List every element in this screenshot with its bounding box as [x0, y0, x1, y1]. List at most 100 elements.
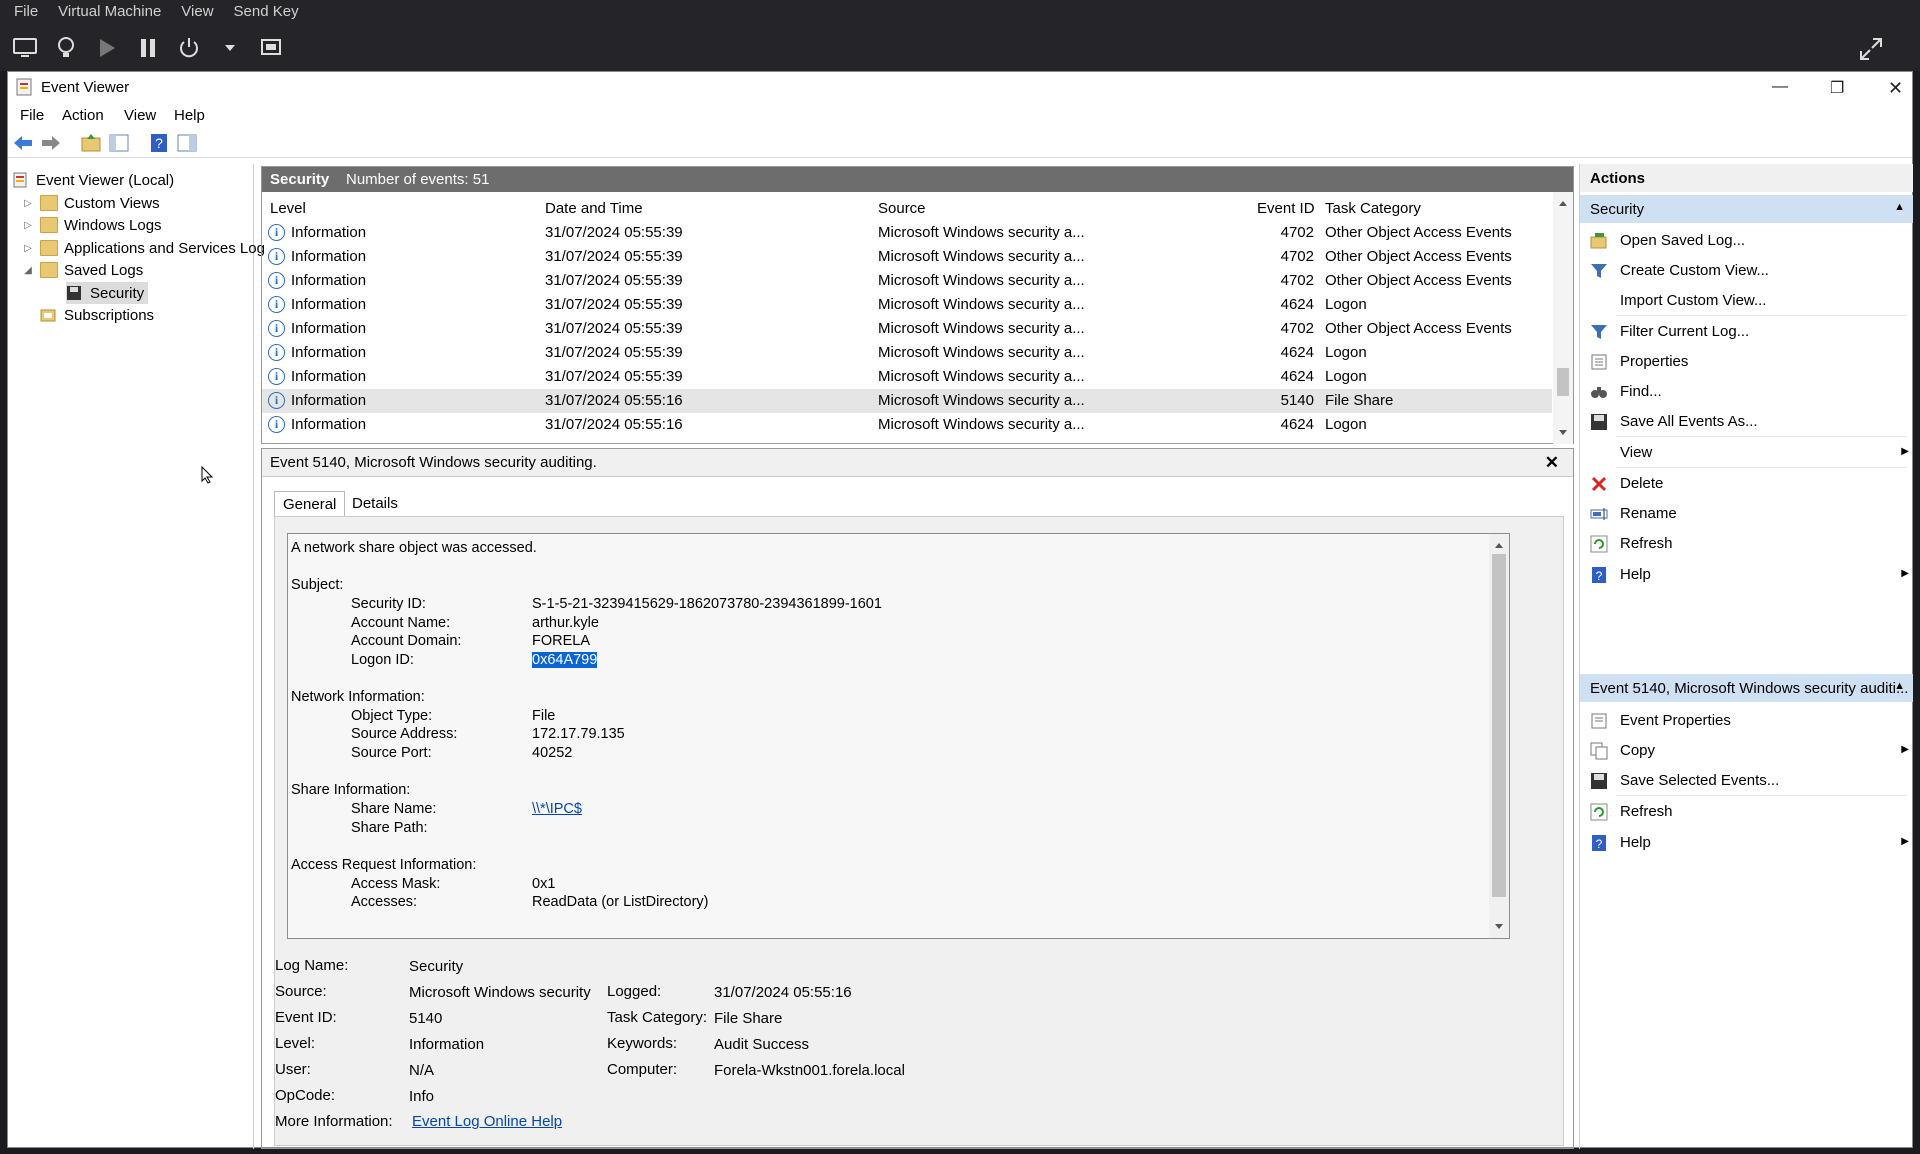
event-action-copy[interactable]: Copy ▶ — [1580, 736, 1913, 766]
access-mask-label: Access Mask: — [351, 876, 441, 892]
screens-icon[interactable] — [258, 35, 284, 61]
table-row[interactable]: i Information 31/07/2024 05:55:16 Microsoft… — [262, 389, 1552, 413]
logged-value: 31/07/2024 05:55:16 — [714, 984, 852, 1001]
tab-general[interactable]: General — [274, 491, 346, 517]
tree-node-app-services[interactable]: ▷ Applications and Services Log — [22, 237, 265, 259]
action-import-custom-view[interactable]: Import Custom View... — [1580, 286, 1913, 316]
vm-menu-view[interactable]: View — [181, 3, 213, 23]
share-name-link[interactable]: \\*\IPC$ — [532, 801, 582, 817]
tree-node-root[interactable]: Event Viewer (Local) — [12, 169, 174, 191]
action-view[interactable]: View ▶ — [1580, 438, 1913, 468]
keywords-value: Audit Success — [714, 1036, 810, 1053]
action-create-custom-view[interactable]: Create Custom View... — [1580, 256, 1913, 286]
menu-action[interactable]: Action — [62, 107, 104, 124]
action-refresh[interactable]: Refresh — [1580, 529, 1913, 559]
cell-level: Information — [291, 368, 367, 385]
column-source[interactable]: Source — [878, 200, 926, 217]
close-button[interactable]: ✕ — [1888, 78, 1903, 99]
event-action-refresh[interactable]: Refresh — [1580, 797, 1913, 827]
play-icon[interactable] — [94, 35, 120, 61]
event-action-save-selected-events[interactable]: Save Selected Events... — [1580, 766, 1913, 796]
menu-help[interactable]: Help — [174, 107, 205, 124]
tree-label: Applications and Services Log — [64, 239, 265, 257]
tree-node-windows-logs[interactable]: ▷ Windows Logs — [22, 214, 161, 236]
svg-text:?: ? — [1596, 569, 1603, 583]
show-hide-tree-icon[interactable] — [108, 132, 130, 154]
collapse-icon[interactable]: ▲ — [1894, 201, 1905, 213]
vm-menu-send-key[interactable]: Send Key — [234, 3, 299, 23]
column-level[interactable]: Level — [270, 200, 306, 217]
up-folder-icon[interactable] — [80, 132, 102, 154]
action-rename[interactable]: Rename — [1580, 499, 1913, 529]
table-row[interactable]: i Information 31/07/2024 05:55:16 Microsoft… — [262, 413, 1552, 437]
actions-section-security[interactable]: Security ▲ — [1580, 195, 1913, 223]
action-open-saved-log[interactable]: Open Saved Log... — [1580, 226, 1913, 256]
show-hide-action-pane-icon[interactable] — [176, 132, 198, 154]
cell-level: Information — [291, 392, 367, 409]
table-row[interactable]: i Information 31/07/2024 05:55:39 Microsoft… — [262, 341, 1552, 365]
action-filter-current-log[interactable]: Filter Current Log... — [1580, 317, 1913, 347]
fullscreen-icon[interactable] — [1858, 36, 1884, 62]
chevron-down-icon[interactable] — [217, 35, 243, 61]
chevron-down-icon[interactable]: ◢ — [22, 265, 34, 276]
power-icon[interactable] — [176, 35, 202, 61]
filter-icon — [1590, 262, 1608, 280]
chevron-right-icon[interactable]: ▷ — [22, 220, 34, 231]
source-label: Source: — [275, 983, 327, 1000]
action-help[interactable]: ? Help ▶ — [1580, 560, 1913, 590]
column-event-id[interactable]: Event ID — [1257, 200, 1315, 217]
help-icon[interactable]: ? — [148, 132, 170, 154]
table-row[interactable]: i Information 31/07/2024 05:55:39 Microsoft… — [262, 245, 1552, 269]
back-icon[interactable] — [12, 132, 34, 154]
save-icon — [1590, 772, 1608, 790]
action-save-all-events-as[interactable]: Save All Events As... — [1580, 407, 1913, 437]
action-properties[interactable]: Properties — [1580, 347, 1913, 377]
monitor-icon[interactable] — [12, 35, 38, 61]
event-log-online-help-link[interactable]: Event Log Online Help — [412, 1113, 562, 1130]
vm-menu-file[interactable]: File — [14, 3, 38, 23]
table-row[interactable]: i Information 31/07/2024 05:55:39 Microsoft… — [262, 365, 1552, 389]
cell-event-id: 4702 — [1280, 224, 1314, 241]
column-date[interactable]: Date and Time — [545, 200, 643, 217]
collapse-icon[interactable]: ▲ — [1894, 680, 1905, 692]
menu-file[interactable]: File — [20, 107, 44, 124]
level-value: Information — [409, 1036, 485, 1053]
rename-icon — [1590, 505, 1608, 523]
forward-icon[interactable] — [40, 132, 62, 154]
message-scroll-thumb[interactable] — [1492, 554, 1506, 897]
tree-node-security[interactable]: Security — [66, 282, 149, 304]
vm-menu-virtual-machine[interactable]: Virtual Machine — [58, 3, 161, 23]
close-icon[interactable]: ✕ — [1545, 453, 1559, 473]
pause-icon[interactable] — [135, 35, 161, 61]
opcode-value: Info — [409, 1088, 435, 1105]
message-scrollbar[interactable] — [1489, 534, 1509, 938]
chevron-right-icon[interactable]: ▷ — [22, 198, 34, 209]
menu-view[interactable]: View — [124, 107, 156, 124]
actions-pane: Actions Security ▲ Open Saved Log... Crea… — [1579, 164, 1913, 1149]
action-find[interactable]: Find... — [1580, 377, 1913, 407]
table-row[interactable]: i Information 31/07/2024 05:55:39 Microsoft… — [262, 221, 1552, 245]
action-delete[interactable]: Delete — [1580, 469, 1913, 499]
subject-heading: Subject: — [291, 577, 344, 593]
restore-button[interactable]: ❐ — [1830, 78, 1844, 98]
keywords-label: Keywords: — [607, 1035, 678, 1052]
chevron-right-icon[interactable]: ▷ — [22, 243, 34, 254]
list-scrollbar[interactable] — [1553, 192, 1573, 444]
column-task-category[interactable]: Task Category — [1325, 200, 1421, 217]
table-row[interactable]: i Information 31/07/2024 05:55:39 Microsoft… — [262, 293, 1552, 317]
lightbulb-icon[interactable] — [53, 35, 79, 61]
help-icon: ? — [1590, 834, 1608, 852]
table-row[interactable]: i Information 31/07/2024 05:55:39 Microsoft… — [262, 317, 1552, 341]
minimize-button[interactable]: — — [1772, 78, 1788, 96]
actions-section-event[interactable]: Event 5140, Microsoft Windows security a… — [1580, 674, 1913, 702]
tree-node-subscriptions[interactable]: Subscriptions — [40, 304, 154, 326]
cell-source: Microsoft Windows security a... — [878, 272, 1085, 289]
event-action-help[interactable]: ? Help ▶ — [1580, 828, 1913, 858]
tab-details[interactable]: Details — [344, 491, 406, 517]
table-row[interactable]: i Information 31/07/2024 05:55:39 Microsoft… — [262, 269, 1552, 293]
event-message-box[interactable]: A network share object was accessed. Sub… — [287, 533, 1510, 939]
tree-node-saved-logs[interactable]: ◢ Saved Logs — [22, 259, 143, 281]
tree-node-custom-views[interactable]: ▷ Custom Views — [22, 192, 159, 214]
event-action-event-properties[interactable]: Event Properties — [1580, 706, 1913, 736]
object-type-label: Object Type: — [351, 708, 433, 724]
